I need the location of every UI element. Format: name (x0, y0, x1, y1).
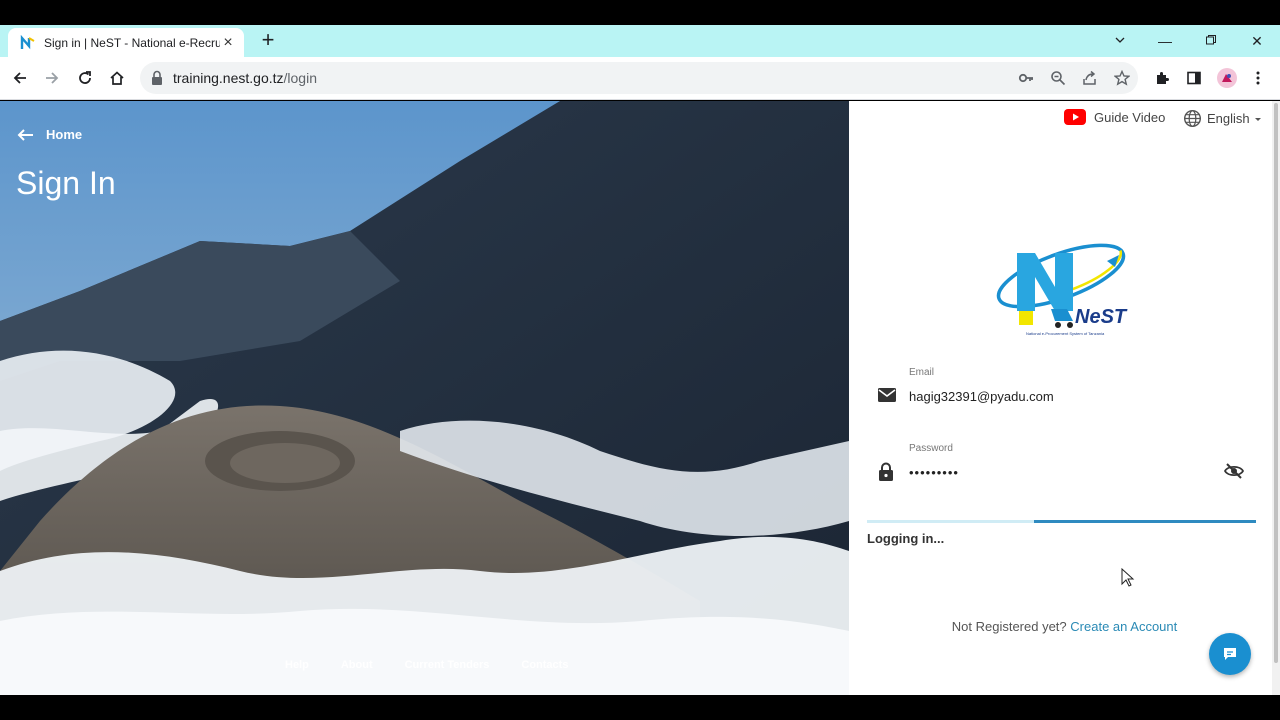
youtube-icon (1064, 109, 1086, 125)
profile-avatar[interactable] (1215, 66, 1239, 90)
url-path: /login (283, 70, 317, 86)
hero-image-panel: Home Sign In Help About Current Tenders … (0, 101, 849, 695)
home-link[interactable]: Home (16, 127, 82, 142)
mouse-cursor-icon (1121, 568, 1135, 587)
logo-tagline: National e-Procurement System of Tanzani… (1026, 331, 1105, 336)
mountain-landscape-image (0, 101, 849, 695)
chat-bubble-icon (1224, 648, 1236, 660)
back-arrow-icon (17, 128, 33, 141)
scrollbar-thumb[interactable] (1274, 103, 1278, 663)
password-lock-icon (879, 462, 893, 481)
footer-link-current-tenders[interactable]: Current Tenders (405, 659, 490, 671)
footer-link-about[interactable]: About (341, 659, 373, 671)
language-selector[interactable]: English (1183, 109, 1263, 128)
password-field[interactable]: ••••••••• (909, 465, 959, 480)
restore-button[interactable] (1199, 29, 1223, 53)
minimize-button[interactable]: — (1153, 29, 1177, 53)
tab-close-icon[interactable]: × (220, 34, 236, 51)
home-link-label: Home (46, 127, 83, 142)
tab-search-chevron-icon[interactable] (1108, 29, 1132, 53)
close-window-button[interactable]: ✕ (1245, 29, 1269, 53)
page-scrollbar[interactable] (1272, 101, 1280, 695)
forward-arrow-icon[interactable] (40, 66, 64, 90)
share-icon[interactable] (1080, 68, 1100, 88)
register-prompt: Not Registered yet? Create an Account (849, 619, 1280, 634)
register-prompt-text: Not Registered yet? (951, 619, 1067, 634)
caret-down-icon (1254, 117, 1261, 121)
url-host: training.nest.go.tz (173, 70, 284, 86)
guide-video-link[interactable]: Guide Video (1064, 109, 1165, 125)
browser-toolbar: training.nest.go.tz/login (0, 57, 1280, 100)
footer-link-help[interactable]: Help (285, 659, 309, 671)
footer-links: Help About Current Tenders Contacts (285, 659, 600, 671)
footer-link-contacts[interactable]: Contacts (521, 659, 568, 671)
key-icon[interactable] (1016, 68, 1036, 88)
url-text: training.nest.go.tz/login (173, 70, 317, 86)
email-label: Email (909, 367, 935, 378)
chat-button[interactable] (1209, 633, 1251, 675)
password-label: Password (909, 443, 953, 454)
screen-top-border (0, 0, 1280, 25)
login-page: Home Sign In Help About Current Tenders … (0, 101, 1280, 695)
visibility-off-icon[interactable] (1224, 462, 1244, 480)
login-progress-bar (867, 520, 1256, 523)
browser-tab[interactable]: Sign in | NeST - National e-Recru × (8, 28, 244, 57)
globe-icon (1183, 109, 1202, 128)
zoom-icon[interactable] (1048, 68, 1068, 88)
address-bar[interactable]: training.nest.go.tz/login (140, 62, 1138, 94)
home-icon[interactable] (105, 66, 129, 90)
page-title: Sign In (16, 165, 116, 201)
language-label: English (1207, 111, 1250, 126)
browser-tabstrip: Sign in | NeST - National e-Recru × + — … (0, 25, 1280, 57)
reload-icon[interactable] (73, 66, 97, 90)
side-panel-icon[interactable] (1182, 66, 1206, 90)
login-status-text: Logging in... (867, 531, 945, 546)
back-arrow-icon[interactable] (8, 66, 32, 90)
extensions-puzzle-icon[interactable] (1150, 66, 1174, 90)
logo-wordmark: NeST (1075, 306, 1128, 328)
tab-title: Sign in | NeST - National e-Recru (44, 35, 220, 50)
nest-logo: NeST National e-Procurement System of Ta… (996, 241, 1128, 336)
create-account-link[interactable]: Create an Account (1070, 619, 1177, 634)
screen-bottom-border (0, 695, 1280, 720)
email-envelope-icon (878, 388, 896, 402)
new-tab-button[interactable]: + (256, 29, 280, 53)
guide-video-label: Guide Video (1094, 109, 1166, 125)
nest-favicon-icon (20, 34, 35, 49)
browser-menu-icon[interactable] (1246, 66, 1270, 90)
login-progress-fill (1034, 520, 1256, 523)
login-panel: Guide Video English NeST National e-Proc… (849, 101, 1280, 695)
email-field[interactable]: hagig32391@pyadu.com (909, 389, 1054, 404)
bookmark-star-icon[interactable] (1112, 68, 1132, 88)
lock-icon[interactable] (150, 70, 164, 86)
